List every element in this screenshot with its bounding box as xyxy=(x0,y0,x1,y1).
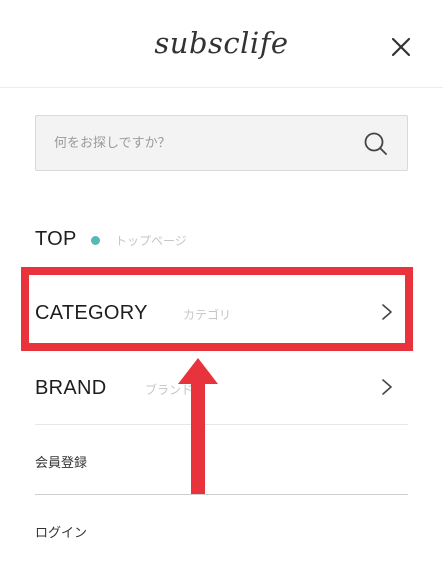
nav-item-brand-sublabel: ブランド xyxy=(145,383,194,397)
nav-item-category[interactable]: CATEGORY カテゴリ xyxy=(35,292,408,332)
nav-item-top-label: TOP xyxy=(35,228,77,250)
close-icon xyxy=(391,37,411,57)
header: subsclife xyxy=(0,0,443,88)
divider xyxy=(35,424,408,425)
search-input[interactable] xyxy=(54,116,354,170)
nav-item-category-sublabel: カテゴリ xyxy=(183,308,232,322)
search-box xyxy=(35,115,408,171)
search-icon xyxy=(364,132,387,155)
chevron-right-icon xyxy=(382,379,392,395)
nav-item-top-sublabel: トップページ xyxy=(115,234,187,248)
nav-item-category-label: CATEGORY xyxy=(35,302,148,324)
login-link[interactable]: ログイン xyxy=(35,522,87,541)
nav-item-brand[interactable]: BRAND ブランド xyxy=(35,370,408,410)
nav-item-top[interactable]: TOP トップページ xyxy=(35,222,408,258)
chevron-right-icon xyxy=(382,304,392,320)
logo[interactable]: subsclife xyxy=(0,26,443,60)
close-button[interactable] xyxy=(388,34,414,60)
register-link[interactable]: 会員登録 xyxy=(35,452,87,471)
search-button[interactable] xyxy=(362,130,390,158)
divider xyxy=(35,494,408,495)
status-dot xyxy=(91,236,100,245)
nav-item-brand-label: BRAND xyxy=(35,377,107,399)
